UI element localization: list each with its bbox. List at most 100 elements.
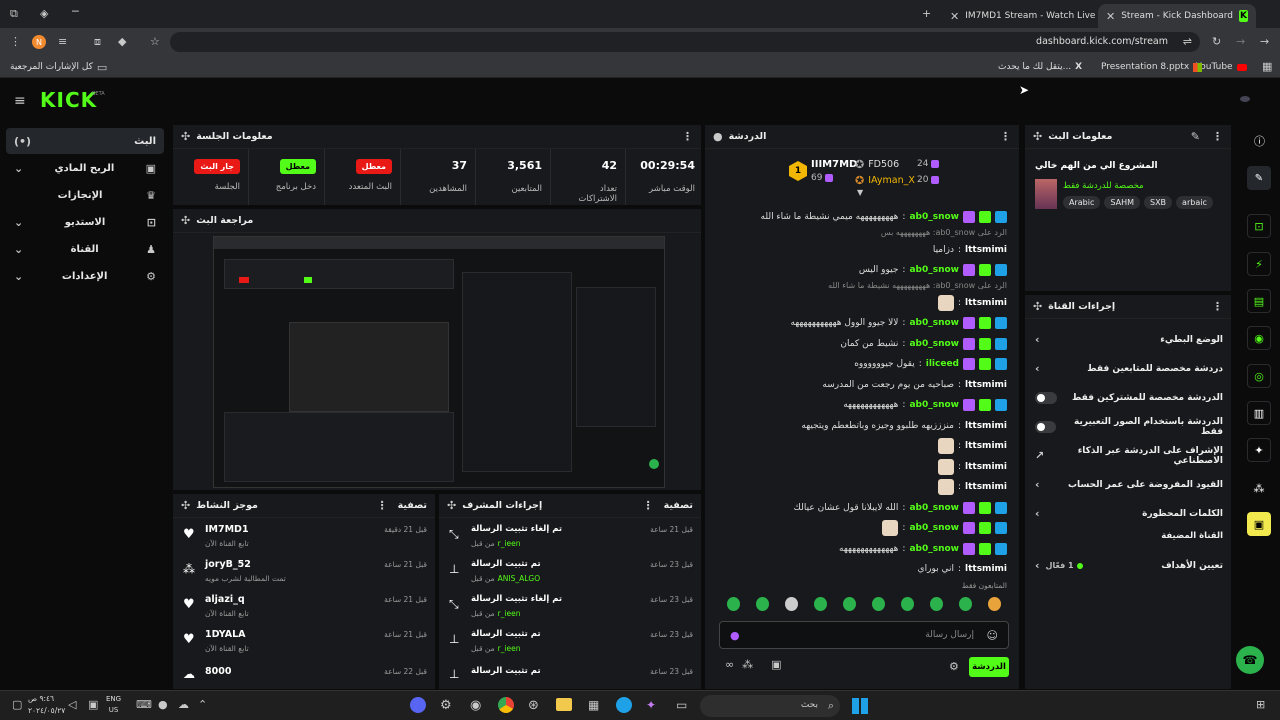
hamburger-menu-icon[interactable]: ≡ bbox=[14, 94, 26, 108]
emoji-icon[interactable]: ☺ bbox=[987, 630, 998, 641]
mod-user[interactable]: r_ieen bbox=[498, 644, 521, 653]
drag-handle-icon[interactable]: ✣ bbox=[181, 131, 190, 142]
tag[interactable]: Arabic bbox=[1063, 196, 1101, 209]
settings-app-icon[interactable]: ⚙ bbox=[440, 699, 452, 712]
chat-bubble-icon[interactable]: ◉ bbox=[1247, 326, 1271, 350]
bookmark-x[interactable]: يتقل لك ما يحدث... X bbox=[998, 59, 1082, 75]
filter-button[interactable]: تصفية bbox=[664, 500, 693, 511]
minimize-icon[interactable]: ─ bbox=[72, 6, 79, 17]
more-options-icon[interactable]: ⋮ bbox=[1212, 301, 1223, 312]
mod-user[interactable]: ANIS_ALGO bbox=[498, 574, 541, 583]
reload-icon[interactable]: ↻ bbox=[1212, 36, 1221, 47]
points-icon[interactable]: ⁂ bbox=[742, 659, 753, 670]
sidebar-item-monetization[interactable]: ⌄ الربح المادي ▣ bbox=[6, 155, 164, 181]
chat-input[interactable]: ● إرسال رسالة ☺ bbox=[719, 621, 1009, 649]
language-indicator[interactable]: ENG US bbox=[106, 694, 121, 716]
category-thumbnail[interactable] bbox=[1035, 179, 1057, 209]
setting-banned-words[interactable]: الكلمات المحظورة › bbox=[1025, 499, 1231, 528]
lightning-icon[interactable]: ⚡ bbox=[1247, 252, 1271, 276]
media-control-icon[interactable]: ≡ bbox=[58, 36, 67, 47]
chat-settings-icon[interactable]: ⚙ bbox=[949, 661, 959, 672]
setting-slow-mode[interactable]: الوضع البطيء › bbox=[1025, 325, 1231, 354]
leader-name[interactable]: IAyman_X bbox=[868, 175, 915, 186]
clipboard-icon[interactable]: ▤ bbox=[1247, 289, 1271, 313]
chat-username[interactable]: lttsmimi bbox=[965, 245, 1007, 255]
site-settings-icon[interactable]: ⇌ bbox=[1183, 36, 1192, 47]
tab-im7md1[interactable]: ✕ IM7MD1 Stream - Watch Live o K bbox=[942, 4, 1117, 28]
more-options-icon[interactable]: ⋮ bbox=[377, 500, 388, 511]
network-icon[interactable]: ▣ bbox=[88, 699, 98, 710]
windows-start-icon[interactable] bbox=[852, 698, 868, 714]
emote-icon[interactable] bbox=[785, 597, 798, 611]
chat-username[interactable]: ab0_snow bbox=[909, 544, 959, 554]
more-options-icon[interactable]: ⋮ bbox=[1000, 131, 1011, 142]
emote-icon[interactable] bbox=[756, 597, 769, 611]
drag-handle-icon[interactable]: ✣ bbox=[447, 500, 456, 511]
more-options-icon[interactable]: ⋮ bbox=[643, 500, 654, 511]
help-button[interactable]: ☎ bbox=[1236, 646, 1264, 674]
chat-username[interactable]: ab0_snow bbox=[909, 318, 959, 328]
setting-followers-only[interactable]: دردشة مخصصة للمتابعين فقط › bbox=[1025, 354, 1231, 383]
taskbar-search[interactable]: بحث ⌕ bbox=[700, 695, 840, 717]
tag[interactable]: SAHM bbox=[1104, 196, 1140, 209]
send-chat-button[interactable]: الدردشة bbox=[969, 657, 1009, 677]
chat-username[interactable]: lttsmimi bbox=[965, 441, 1007, 451]
tag[interactable]: SXB bbox=[1144, 196, 1173, 209]
chat-username[interactable]: lttsmimi bbox=[965, 421, 1007, 431]
user-avatar[interactable] bbox=[1240, 96, 1250, 102]
leader-name[interactable]: IIIM7MD bbox=[811, 159, 857, 170]
url-field[interactable]: dashboard.kick.com/stream ⇌ bbox=[170, 32, 1200, 52]
onedrive-icon[interactable]: ☁ bbox=[178, 699, 189, 710]
camera-icon[interactable]: ⊡ bbox=[1247, 214, 1271, 238]
activity-user[interactable]: aljazi_q bbox=[205, 594, 245, 605]
activity-user[interactable]: 1DYALA bbox=[205, 629, 246, 640]
edit-pencil-icon[interactable]: ✎ bbox=[1191, 131, 1200, 142]
sidebar-item-channel[interactable]: ⌄ القناة ♟ bbox=[6, 236, 164, 262]
bookmark-youtube[interactable]: YouTube bbox=[1196, 59, 1247, 75]
stream-video-preview[interactable] bbox=[213, 236, 665, 488]
toggle-switch[interactable] bbox=[1035, 391, 1057, 404]
chat-username[interactable]: lttsmimi bbox=[965, 564, 1007, 574]
setting-account-age[interactable]: القيود المفروضة على عمر الحساب › bbox=[1025, 470, 1231, 499]
emote-icon[interactable] bbox=[930, 597, 943, 611]
toggle-switch[interactable] bbox=[1035, 420, 1057, 433]
tray-chevron-icon[interactable]: ⌃ bbox=[198, 699, 207, 710]
obs-icon[interactable]: ◉ bbox=[470, 699, 481, 712]
activity-user[interactable]: IM7MD1 bbox=[205, 524, 249, 535]
discord-icon[interactable] bbox=[410, 697, 426, 713]
microphone-icon[interactable]: ● bbox=[730, 630, 740, 641]
bookmark-presentation[interactable]: Presentation 8.pptx bbox=[1101, 59, 1203, 75]
chat-username[interactable]: lttsmimi bbox=[965, 462, 1007, 472]
mic-icon[interactable]: ● bbox=[158, 699, 168, 710]
leader-name[interactable]: FD506 bbox=[868, 159, 899, 170]
copilot-icon[interactable]: ✦ bbox=[646, 699, 656, 711]
tag[interactable]: arbaic bbox=[1176, 196, 1213, 209]
chat-username[interactable]: ab0_snow bbox=[909, 400, 959, 410]
emote-icon[interactable] bbox=[843, 597, 856, 611]
drag-handle-icon[interactable]: ✣ bbox=[1033, 301, 1042, 312]
store-icon[interactable]: ▦ bbox=[588, 699, 599, 711]
bookmark-star-icon[interactable]: ☆ bbox=[150, 36, 160, 47]
back-icon[interactable]: → bbox=[1260, 36, 1269, 47]
chat-username[interactable]: iliceed bbox=[926, 359, 959, 369]
sidebar-item-studio[interactable]: ⌄ الاستديو ⊡ bbox=[6, 209, 164, 235]
all-bookmarks[interactable]: كل الإشارات المرجعية ▭ bbox=[10, 59, 107, 75]
extension-puzzle-icon[interactable]: ◆ bbox=[118, 36, 126, 47]
drag-handle-icon[interactable]: ✣ bbox=[1033, 131, 1042, 142]
close-icon[interactable]: ✕ bbox=[950, 11, 959, 22]
tab-search-icon[interactable]: ◈ bbox=[40, 8, 48, 19]
chrome-icon[interactable] bbox=[498, 697, 514, 713]
broadcast-icon[interactable]: ◎ bbox=[1247, 364, 1271, 388]
info-icon[interactable]: ⓘ bbox=[1254, 136, 1265, 147]
edit-layout-icon[interactable]: ✎ bbox=[1247, 166, 1271, 190]
mod-user[interactable]: r_ieen bbox=[498, 609, 521, 618]
sidebar-item-stream[interactable]: (•) البث bbox=[6, 128, 164, 154]
setting-ai-moderation[interactable]: الإشراف على الدردشة عبر الذكاء الاصطناعي… bbox=[1025, 441, 1231, 470]
edge-icon[interactable] bbox=[616, 697, 632, 713]
app-icon[interactable]: ⊛ bbox=[528, 699, 539, 712]
emote-icon[interactable] bbox=[901, 597, 914, 611]
windows-logo-icon[interactable]: ⊞ bbox=[1256, 699, 1265, 710]
setting-subscribers-only[interactable]: الدردشة مخصصة للمشتركين فقط bbox=[1025, 383, 1231, 412]
setting-emote-only[interactable]: الدردشة باستخدام الصور التعبيرية فقط bbox=[1025, 412, 1231, 441]
filter-button[interactable]: تصفية bbox=[398, 500, 427, 511]
